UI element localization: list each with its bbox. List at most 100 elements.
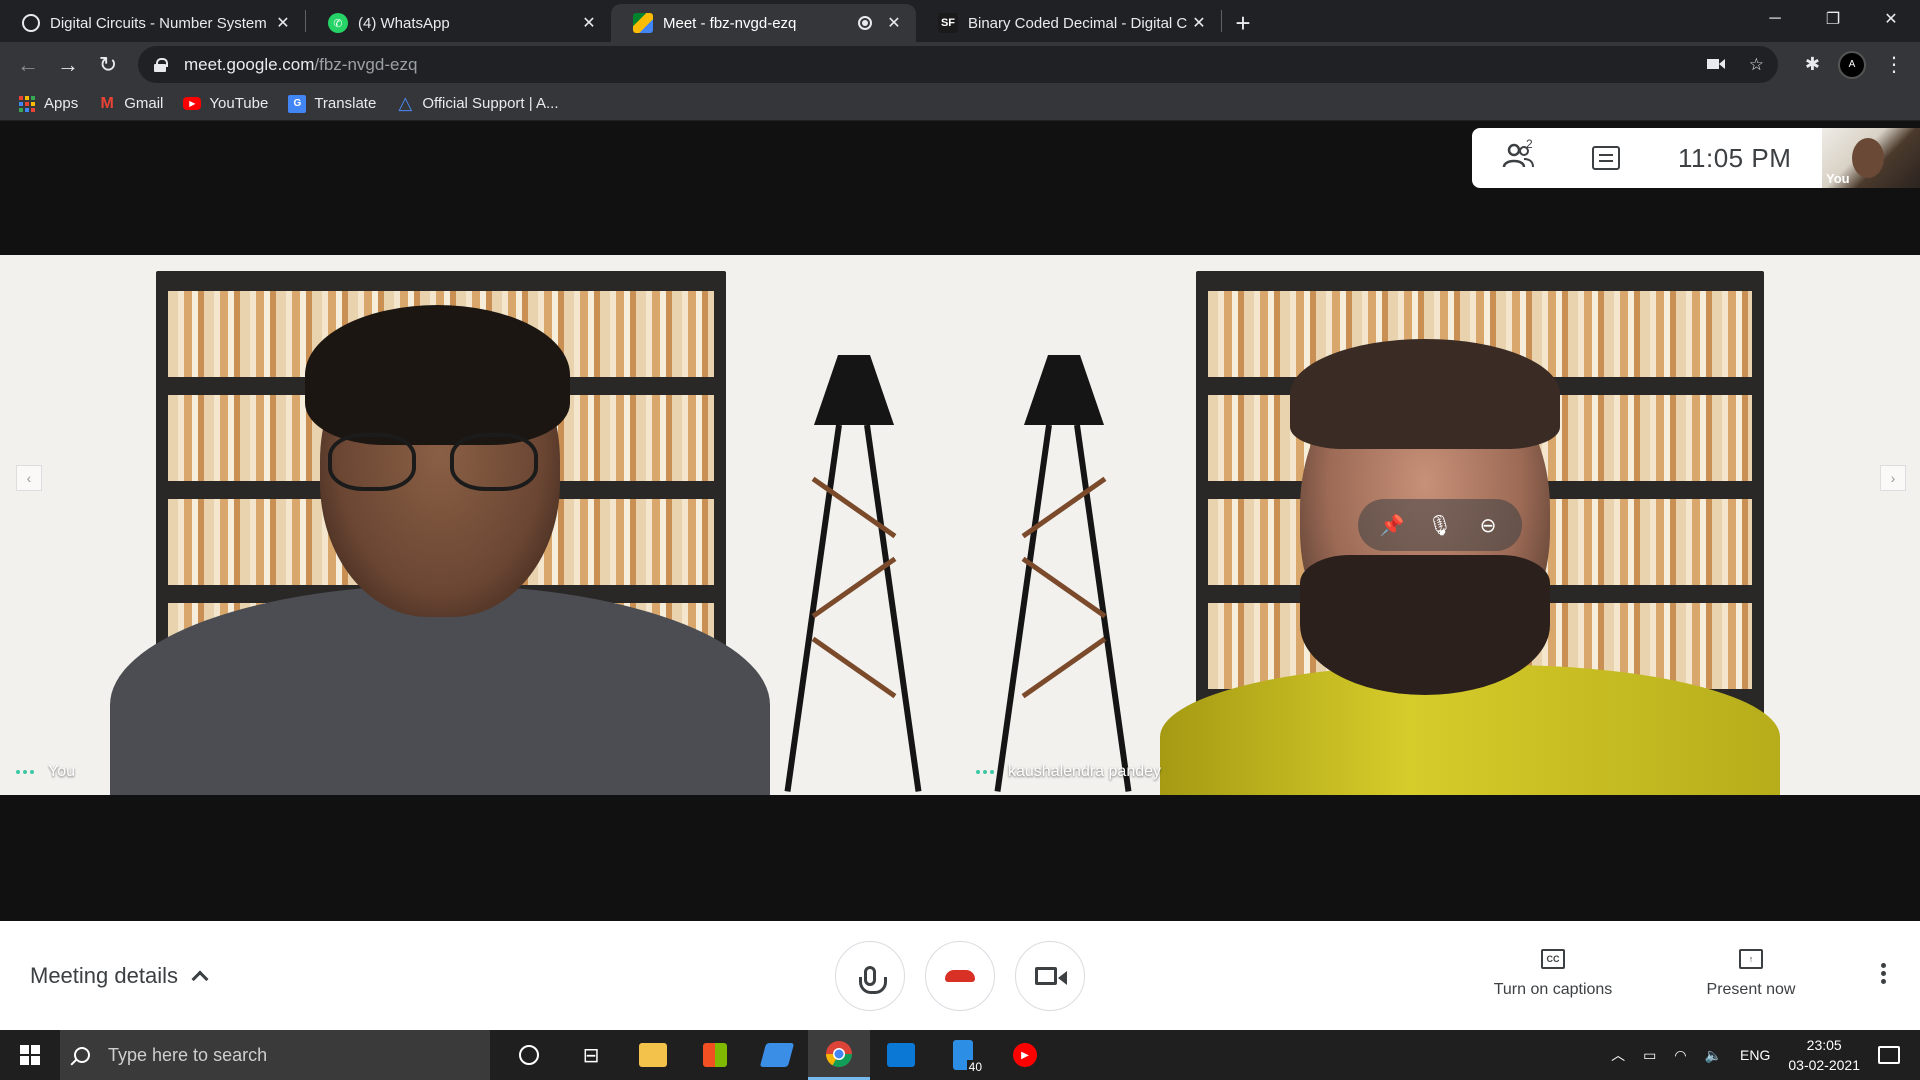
chat-icon[interactable] — [1592, 146, 1620, 170]
browser-tab-strip: Digital Circuits - Number System ✕ ✆ (4)… — [0, 0, 1920, 42]
sf-icon: SF — [938, 13, 958, 33]
battery-icon[interactable]: ▭ — [1643, 1047, 1656, 1064]
language-indicator[interactable]: ENG — [1740, 1047, 1770, 1063]
camera-button[interactable] — [1015, 941, 1085, 1011]
tab-binary-coded-decimal[interactable]: SF Binary Coded Decimal - Digital C ✕ — [916, 4, 1221, 42]
bookmark-apps[interactable]: Apps — [18, 95, 78, 113]
video-camera-icon — [1035, 967, 1067, 985]
left-scroll-arrow-icon[interactable]: ‹ — [16, 465, 42, 491]
bookmark-star-icon[interactable]: ☆ — [1749, 55, 1764, 75]
address-bar[interactable]: meet.google.com/fbz-nvgd-ezq ☆ — [138, 46, 1778, 83]
captions-label: Turn on captions — [1493, 981, 1613, 998]
mute-participant-icon[interactable]: 🎙 — [1425, 513, 1455, 538]
microphone-button[interactable] — [835, 941, 905, 1011]
present-screen-icon: ↑ — [1739, 949, 1763, 969]
search-placeholder: Type here to search — [108, 1044, 268, 1065]
url-host: meet.google.com — [184, 54, 315, 74]
microsoft-store-icon[interactable] — [684, 1030, 746, 1080]
close-icon[interactable]: ✕ — [1189, 13, 1209, 33]
notification-badge: 40 — [966, 1060, 984, 1074]
system-tray: ︿ ▭ ◠ 🔈 ENG 23:05 03-02-2021 — [1611, 1030, 1920, 1080]
audio-level-icon — [976, 770, 994, 774]
right-scroll-arrow-icon[interactable]: › — [1880, 465, 1906, 491]
browser-menu-icon[interactable]: ⋮ — [1884, 52, 1904, 77]
browser-toolbar: ← → ↻ meet.google.com/fbz-nvgd-ezq ☆ ✱ A… — [0, 42, 1920, 87]
forward-arrow-icon[interactable]: → — [48, 47, 88, 83]
tab-title: (4) WhatsApp — [358, 14, 450, 32]
mail-icon[interactable] — [870, 1030, 932, 1080]
close-icon[interactable]: ✕ — [273, 13, 293, 33]
support-icon: △ — [398, 93, 413, 113]
cortana-icon[interactable] — [498, 1030, 560, 1080]
bookmark-translate[interactable]: G Translate — [288, 94, 376, 113]
task-view-icon[interactable]: ⊟ — [560, 1030, 622, 1080]
windows-logo-icon — [20, 1045, 40, 1065]
self-view-thumbnail[interactable]: You — [1822, 128, 1920, 188]
bookmark-label: Gmail — [124, 95, 164, 112]
desktop-app-icon[interactable] — [746, 1030, 808, 1080]
glasses — [328, 433, 538, 493]
floor-lamp-left — [784, 335, 922, 795]
meeting-details-button[interactable]: Meeting details — [30, 963, 209, 989]
tile-hover-controls: 📌 🎙 ⊖ — [1358, 499, 1522, 551]
window-controls: ─ ❐ ✕ — [1746, 0, 1920, 38]
tab-title: Digital Circuits - Number System — [50, 14, 267, 32]
taskbar-search[interactable]: Type here to search — [60, 1030, 490, 1080]
start-button[interactable] — [0, 1030, 60, 1080]
close-icon[interactable]: ✕ — [579, 13, 599, 33]
present-now-button[interactable]: ↑ Present now — [1676, 949, 1826, 999]
lock-icon[interactable] — [154, 57, 168, 72]
google-meet-icon — [633, 13, 653, 33]
meet-clock: 11:05 PM — [1678, 142, 1792, 173]
whatsapp-icon: ✆ — [328, 13, 348, 33]
youtube-music-icon[interactable]: ▶ — [994, 1030, 1056, 1080]
taskbar-clock[interactable]: 23:05 03-02-2021 — [1788, 1035, 1860, 1075]
back-arrow-icon[interactable]: ← — [8, 47, 48, 83]
present-label: Present now — [1706, 981, 1796, 998]
chevron-up-icon[interactable]: ︿ — [1611, 1045, 1625, 1065]
translate-icon: G — [288, 94, 307, 113]
url-path: /fbz-nvgd-ezq — [314, 54, 418, 74]
search-icon — [74, 1047, 90, 1063]
meet-top-panel: 2 11:05 PM You — [1472, 128, 1920, 188]
video-tiles: 📌 🎙 ⊖ ‹ › You kaushalendra pandey — [0, 255, 1920, 795]
wifi-icon[interactable]: ◠ — [1674, 1047, 1686, 1064]
microphone-icon — [859, 966, 887, 994]
participant-name-text: You — [48, 763, 75, 780]
participant-2-hair — [1290, 339, 1560, 449]
minimize-icon[interactable]: ─ — [1746, 0, 1804, 38]
bookmark-gmail[interactable]: M Gmail — [98, 95, 164, 113]
tab-title: Binary Coded Decimal - Digital C — [968, 14, 1188, 32]
tab-meet[interactable]: Meet - fbz-nvgd-ezq ✕ — [611, 4, 916, 42]
restore-icon[interactable]: ❐ — [1804, 0, 1862, 38]
pin-icon[interactable]: 📌 — [1377, 513, 1407, 538]
end-call-icon — [945, 970, 975, 982]
chevron-up-icon — [191, 970, 209, 988]
more-options-icon[interactable] — [1881, 963, 1886, 984]
site-logo-icon — [22, 14, 40, 32]
phone-app-icon[interactable]: 40 — [932, 1030, 994, 1080]
notification-center-icon[interactable] — [1878, 1046, 1900, 1064]
youtube-icon: ▶ — [183, 97, 202, 110]
leave-call-button[interactable] — [925, 941, 995, 1011]
file-explorer-icon[interactable] — [622, 1030, 684, 1080]
extensions-puzzle-icon[interactable]: ✱ — [1805, 54, 1820, 75]
captions-button[interactable]: CC Turn on captions — [1478, 949, 1628, 999]
bookmark-youtube[interactable]: ▶ YouTube — [183, 95, 268, 112]
chrome-icon[interactable] — [808, 1030, 870, 1080]
camera-in-use-icon[interactable] — [1706, 55, 1725, 75]
remove-participant-icon[interactable]: ⊖ — [1473, 513, 1503, 538]
close-icon[interactable]: ✕ — [884, 13, 904, 33]
profile-avatar[interactable]: A — [1838, 50, 1866, 79]
window-close-icon[interactable]: ✕ — [1862, 0, 1920, 38]
tab-whatsapp[interactable]: ✆ (4) WhatsApp ✕ — [306, 4, 611, 42]
tab-digital-circuits[interactable]: Digital Circuits - Number System ✕ — [0, 4, 305, 42]
bookmark-official-support[interactable]: △ Official Support | A... — [396, 93, 559, 113]
volume-icon[interactable]: 🔈 — [1705, 1047, 1722, 1064]
bookmark-label: Official Support | A... — [422, 95, 559, 112]
participants-button[interactable]: 2 — [1502, 137, 1536, 175]
new-tab-button[interactable]: + — [1222, 4, 1264, 42]
reload-icon[interactable]: ↻ — [88, 47, 128, 83]
toolbar-right: ✱ A ⋮ — [1805, 42, 1920, 87]
participant-count: 2 — [1526, 137, 1533, 151]
